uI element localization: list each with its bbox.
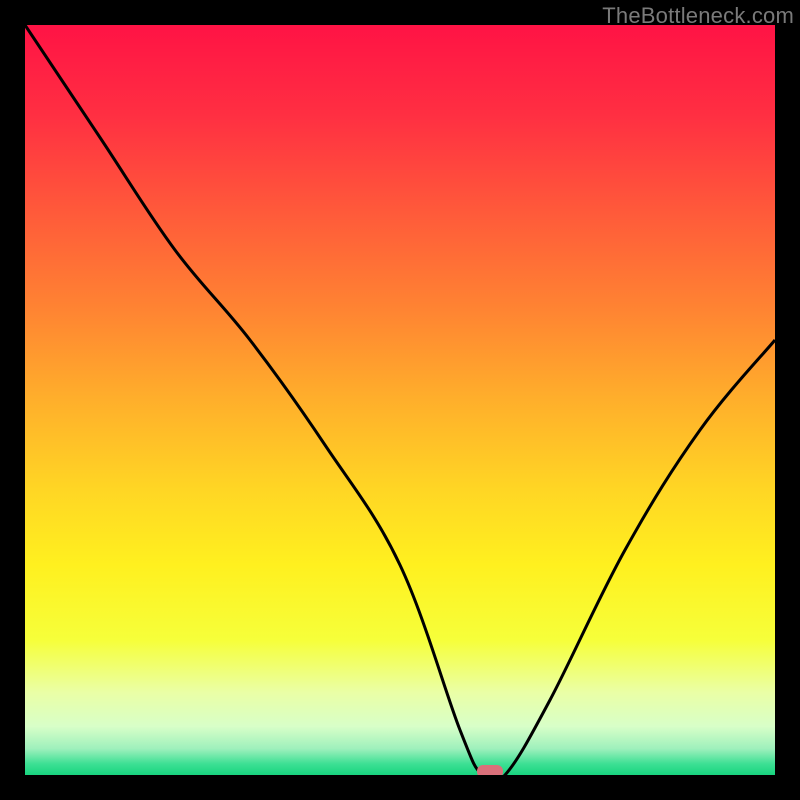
gradient-background <box>25 25 775 775</box>
chart-svg <box>25 25 775 775</box>
plot-area <box>25 25 775 775</box>
optimum-marker <box>477 765 503 775</box>
chart-frame: TheBottleneck.com <box>0 0 800 800</box>
